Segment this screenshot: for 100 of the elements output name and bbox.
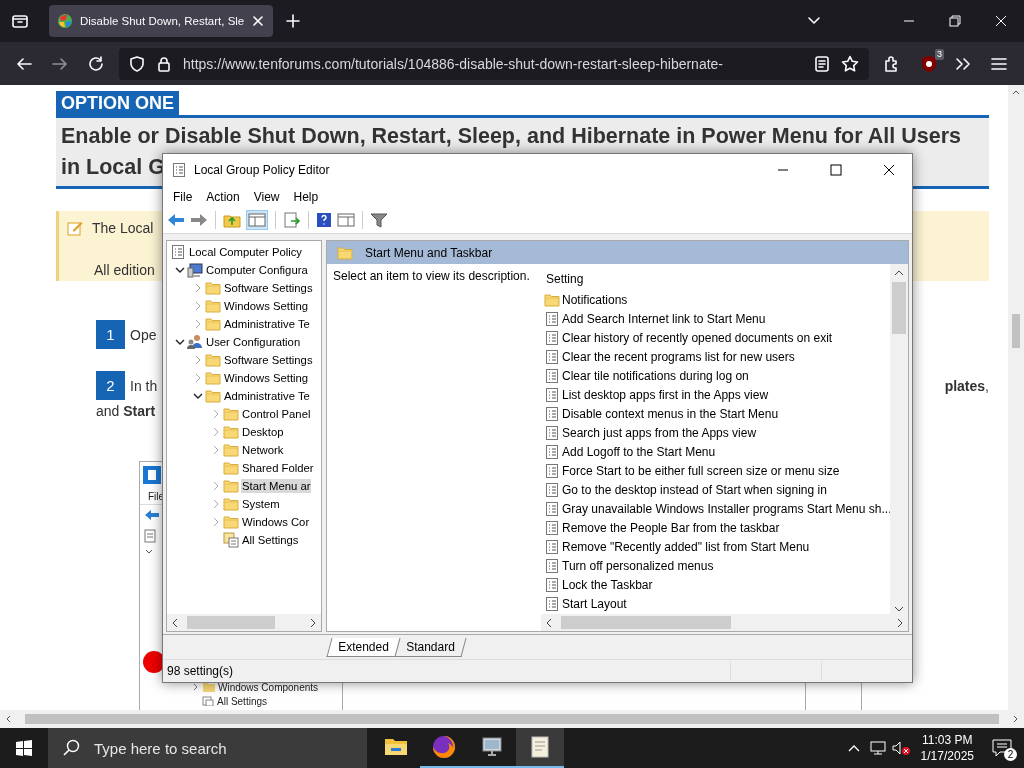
- tree-item[interactable]: Shared Folder: [241, 461, 315, 475]
- menu-item[interactable]: Action: [199, 189, 247, 204]
- scrollbar-thumb[interactable]: [25, 714, 999, 724]
- tab-list-icon[interactable]: [11, 13, 29, 29]
- help-icon[interactable]: [316, 212, 332, 228]
- new-tab-icon[interactable]: [285, 13, 302, 29]
- scrollbar-thumb[interactable]: [892, 282, 906, 334]
- folder-icon: [205, 388, 221, 404]
- scroll-up-icon[interactable]: [894, 268, 904, 278]
- folder-up-icon[interactable]: [223, 212, 241, 228]
- volume-muted-icon[interactable]: [890, 740, 911, 756]
- taskbar-app[interactable]: [516, 728, 564, 768]
- tree-item[interactable]: Windows Cor: [241, 515, 311, 529]
- policy-icon: [544, 576, 560, 593]
- tree-item: Windows Components: [218, 681, 319, 693]
- policy-icon: [544, 348, 560, 365]
- tree-item[interactable]: Administrative Te: [223, 317, 311, 331]
- column-header[interactable]: Setting: [546, 272, 584, 286]
- tree-item[interactable]: System: [241, 497, 281, 511]
- setting-item[interactable]: Force Start to be either full screen size or menu size: [562, 463, 840, 478]
- tree-item[interactable]: Computer Configura: [205, 263, 309, 277]
- setting-item[interactable]: Clear history of recently opened documents on exit: [562, 330, 833, 345]
- clock[interactable]: 11:03 PM 1/17/2025: [920, 732, 974, 764]
- setting-item[interactable]: Lock the Taskbar: [562, 577, 653, 592]
- setting-item[interactable]: Gray unavailable Windows Installer programs Start Menu sh...: [562, 501, 890, 516]
- horizontal-scrollbar[interactable]: [0, 710, 1024, 728]
- view-tab[interactable]: Extended: [326, 638, 401, 657]
- setting-item[interactable]: Notifications: [562, 292, 628, 307]
- filter-icon[interactable]: [370, 212, 388, 228]
- policy-icon: [544, 443, 560, 460]
- folder-icon: [223, 424, 239, 440]
- shield-icon: [129, 55, 145, 72]
- setting-item[interactable]: Disable context menus in the Start Menu: [562, 406, 779, 421]
- close-icon[interactable]: [883, 164, 895, 176]
- page-scrollbar[interactable]: [1008, 85, 1024, 710]
- tree-pane-icon[interactable]: [248, 212, 266, 228]
- forward-icon[interactable]: [190, 213, 208, 227]
- menu-item[interactable]: View: [246, 189, 287, 204]
- setting-item[interactable]: Remove the People Bar from the taskbar: [562, 520, 780, 535]
- setting-item[interactable]: Remove "Recently added" list from Start Menu: [562, 539, 810, 554]
- menu-item[interactable]: Help: [286, 189, 326, 204]
- setting-item[interactable]: Start Layout: [562, 596, 627, 611]
- step-number: 2: [96, 371, 125, 400]
- setting-item[interactable]: Go to the desktop instead of Start when signing in: [562, 482, 827, 497]
- horizontal-scrollbar[interactable]: [167, 614, 321, 631]
- tree-item[interactable]: Windows Setting: [223, 299, 310, 313]
- address-bar[interactable]: https://www.tenforums.com/tutorials/104886-disable-shut-down-restart-sleep-hibernate-: [119, 47, 869, 80]
- setting-item[interactable]: Clear tile notifications during log on: [562, 368, 749, 383]
- view-tab[interactable]: Standard: [394, 638, 466, 657]
- setting-item[interactable]: Clear the recent programs list for new users: [562, 349, 795, 364]
- scroll-left-icon[interactable]: [544, 617, 554, 628]
- setting-item[interactable]: List desktop apps first in the Apps view: [562, 387, 769, 402]
- properties-icon[interactable]: [337, 212, 355, 228]
- tree-item[interactable]: Desktop: [241, 425, 285, 439]
- maximize-icon[interactable]: [830, 164, 842, 176]
- tree-item[interactable]: User Configuration: [205, 335, 302, 349]
- lock-icon: [157, 55, 171, 72]
- chevron-down-icon[interactable]: [174, 265, 185, 275]
- tree-item[interactable]: Software Settings: [223, 281, 314, 295]
- restore-icon[interactable]: [949, 15, 961, 27]
- reader-view-icon[interactable]: [815, 55, 829, 72]
- settings-list-icon: [202, 696, 214, 706]
- scrollbar-thumb[interactable]: [561, 616, 731, 629]
- search-field[interactable]: Type here to search: [48, 728, 367, 768]
- tree-item[interactable]: Control Panel: [241, 407, 312, 421]
- scrollbar-thumb[interactable]: [187, 616, 275, 629]
- network-icon[interactable]: [868, 740, 887, 756]
- tree-item[interactable]: All Settings: [241, 533, 300, 547]
- setting-item[interactable]: Add Search Internet link to Start Menu: [562, 311, 766, 326]
- scroll-right-icon[interactable]: [895, 617, 905, 628]
- setting-item[interactable]: Add Logoff to the Start Menu: [562, 444, 716, 459]
- export-icon[interactable]: [283, 212, 301, 228]
- shield-extension-icon[interactable]: [920, 54, 938, 73]
- folder-icon: [205, 352, 221, 368]
- firefox-icon: [431, 734, 457, 760]
- back-icon: [144, 509, 160, 521]
- tree-item[interactable]: Administrative Te: [223, 389, 311, 403]
- close-icon[interactable]: [251, 14, 266, 28]
- menu-item[interactable]: File: [166, 189, 200, 204]
- star-icon[interactable]: [841, 54, 859, 73]
- tree-item[interactable]: Network: [241, 443, 285, 457]
- tree-item[interactable]: Local Computer Policy: [188, 245, 304, 259]
- reload-icon[interactable]: [87, 54, 105, 73]
- setting-item[interactable]: Turn off personalized menus: [562, 558, 714, 573]
- vertical-scrollbar[interactable]: [890, 264, 908, 614]
- horizontal-scrollbar[interactable]: [541, 614, 908, 631]
- scrollbar-thumb[interactable]: [1012, 314, 1020, 348]
- browser-tab[interactable]: Disable Shut Down, Restart, Sle: [49, 5, 274, 37]
- folder-icon: [205, 370, 221, 386]
- notifications-icon[interactable]: [992, 739, 1012, 757]
- tree-item[interactable]: Windows Setting: [223, 371, 310, 385]
- chevron-down-icon[interactable]: [174, 337, 185, 347]
- tree-item[interactable]: Software Settings: [223, 353, 314, 367]
- tree-item[interactable]: Start Menu ar: [241, 479, 312, 493]
- globe-icon: [57, 13, 73, 29]
- scroll-right-icon[interactable]: [308, 617, 318, 628]
- scroll-down-icon[interactable]: [894, 604, 904, 614]
- scroll-left-icon[interactable]: [170, 617, 180, 628]
- setting-item[interactable]: Search just apps from the Apps view: [562, 425, 757, 440]
- chevron-down-icon[interactable]: [192, 391, 203, 401]
